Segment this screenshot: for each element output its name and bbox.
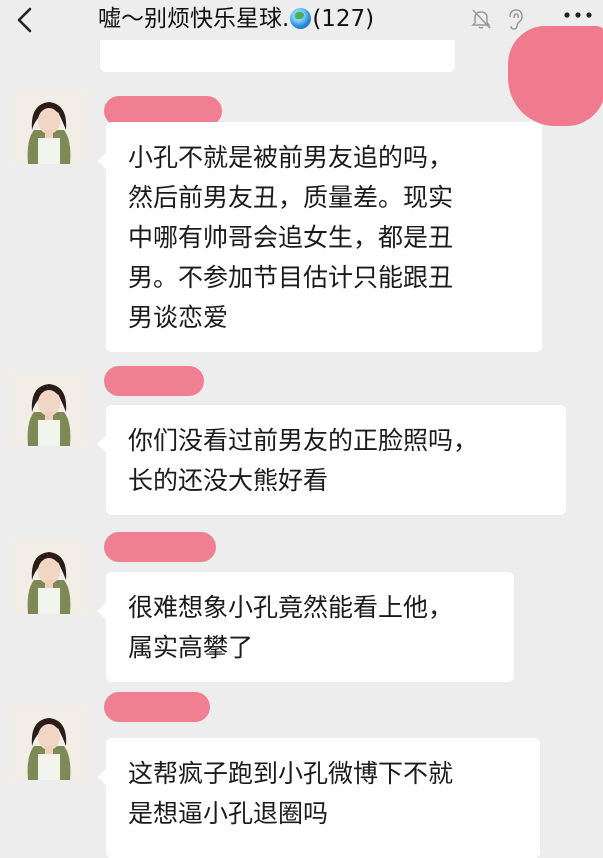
message-bubble[interactable]: 这帮疯子跑到小孔微博下不就 是想逼小孔退圈吗 [97, 738, 540, 858]
chat-header: 嘘～别烦快乐星球. (127) [0, 0, 603, 40]
more-dots-icon[interactable] [563, 10, 593, 20]
globe-emoji-icon [290, 8, 312, 29]
chat-title-text: 嘘～别烦快乐星球. [98, 6, 290, 32]
chat-title: 嘘～别烦快乐星球. (127) [98, 3, 458, 35]
sender-name-redaction [104, 532, 216, 562]
message-bubble[interactable]: 小孔不就是被前男友追的吗， 然后前男友丑，质量差。现实 中哪有帅哥会追女生，都是… [97, 122, 542, 352]
message-bubble[interactable]: 很难想象小孔竟然能看上他， 属实高攀了 [97, 572, 514, 682]
avatar[interactable] [12, 706, 86, 780]
avatar[interactable] [12, 540, 86, 614]
message-bubble[interactable]: 你们没看过前男友的正脸照吗， 长的还没大熊好看 [97, 405, 566, 515]
chevron-left-icon[interactable] [14, 6, 38, 34]
sender-name-redaction [104, 366, 204, 396]
sender-name-redaction [104, 692, 210, 722]
bell-muted-icon [471, 9, 491, 29]
member-count: (127) [312, 6, 375, 32]
previous-message-bubble [100, 40, 455, 72]
ear-icon [509, 9, 523, 30]
avatar[interactable] [12, 372, 86, 446]
redaction-blot [508, 26, 603, 126]
avatar[interactable] [12, 90, 86, 164]
